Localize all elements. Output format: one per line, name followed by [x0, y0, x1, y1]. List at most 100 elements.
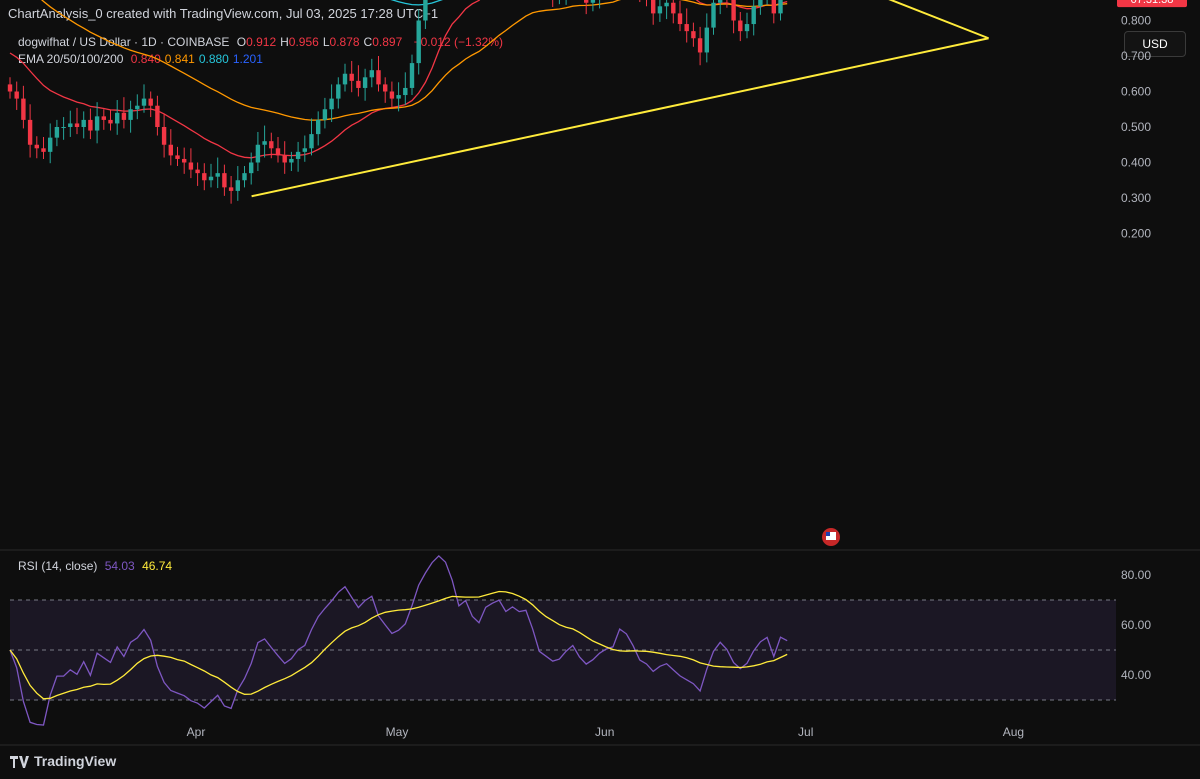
candle-body — [383, 84, 388, 92]
candle-body — [208, 176, 214, 181]
price-tag-countdown: 07:31:38 — [1131, 0, 1174, 6]
candle-body — [329, 98, 334, 110]
candle-body — [711, 2, 716, 28]
candle-body — [275, 148, 281, 156]
price-axis-label: 0.600 — [1121, 85, 1151, 99]
candle-body — [7, 84, 13, 92]
candle-body — [362, 77, 368, 88]
candle-body — [403, 87, 408, 96]
candle-body — [269, 141, 274, 149]
candle-body — [249, 162, 254, 174]
candle-body — [34, 144, 39, 149]
candle-body — [697, 38, 703, 53]
date-axis-label-jun: Jun — [595, 725, 614, 739]
candle-body — [289, 158, 294, 163]
candle-body — [195, 169, 200, 174]
triangle-lower-line — [251, 37, 989, 198]
candle-body — [88, 119, 93, 131]
candle-body — [128, 109, 133, 120]
price-axis-label: 0.700 — [1121, 49, 1151, 63]
candle-body — [48, 137, 53, 152]
candle-body — [168, 144, 173, 156]
candle-body — [68, 123, 73, 127]
candle-body — [282, 155, 287, 163]
triangle-upper-line — [888, 0, 989, 40]
candle-body — [188, 162, 194, 170]
candle-body — [316, 119, 321, 135]
candle-body — [369, 70, 374, 78]
candle-body — [141, 98, 147, 106]
candle-body — [94, 116, 100, 131]
candle-body — [61, 127, 66, 128]
candle-body — [101, 116, 106, 120]
candle-body — [14, 91, 19, 99]
candle-body — [228, 187, 234, 191]
candle-body — [664, 2, 669, 7]
candle-body — [202, 173, 207, 181]
price-axis-label: 0.300 — [1121, 191, 1151, 205]
candle-body — [349, 73, 354, 81]
candle-body — [215, 173, 220, 177]
candle-body — [262, 141, 267, 145]
candle-body — [81, 119, 86, 127]
candle-body — [376, 70, 381, 85]
candle-body — [255, 144, 261, 163]
us-flag-icon-canton — [826, 532, 830, 536]
candle-body — [396, 95, 401, 99]
candle-body — [671, 2, 676, 14]
ema20-line — [9, 0, 788, 159]
candle-body — [416, 20, 421, 64]
rsi-axis-label: 80.00 — [1121, 568, 1151, 582]
candle-body — [691, 31, 696, 39]
candle-body — [175, 155, 180, 159]
candle-body — [27, 119, 33, 145]
price-chart[interactable]: 1.4001.3001.2001.1001.0000.9000.8000.700… — [0, 0, 1200, 779]
price-axis-label: 0.800 — [1121, 14, 1151, 28]
date-axis-label-apr: Apr — [187, 725, 206, 739]
candle-body — [744, 24, 750, 32]
candle-body — [738, 20, 743, 32]
candle-body — [121, 112, 127, 120]
rsi-axis-label: 40.00 — [1121, 668, 1151, 682]
candle-body — [322, 109, 328, 120]
candle-body — [21, 98, 26, 120]
candle-body — [135, 105, 140, 110]
candle-body — [389, 91, 395, 99]
candle-body — [651, 0, 656, 14]
candle-body — [302, 148, 307, 152]
candle-body — [657, 6, 663, 14]
candle-body — [336, 84, 341, 99]
candle-body — [356, 80, 361, 88]
candle-body — [771, 0, 776, 14]
candle-body — [74, 123, 80, 127]
candle-body — [242, 173, 247, 181]
candle-body — [751, 6, 756, 25]
date-axis-label-may: May — [386, 725, 409, 739]
candle-body — [309, 134, 314, 149]
candle-body — [590, 0, 596, 3]
candle-body — [718, 0, 723, 3]
candle-body — [161, 127, 167, 145]
candle-body — [155, 105, 160, 127]
price-tag: 0.89707:31:38 — [1117, 0, 1187, 8]
date-axis-label-aug: Aug — [1003, 725, 1024, 739]
candle-body — [54, 127, 60, 138]
candle-body — [222, 173, 227, 188]
date-axis-label-jul: Jul — [798, 725, 813, 739]
candle-body — [423, 0, 428, 21]
candle-body — [295, 151, 301, 159]
candle-body — [677, 13, 683, 25]
ema100-line — [390, 0, 444, 6]
candle-body — [778, 0, 783, 14]
candle-body — [342, 73, 348, 85]
price-axis-label: 0.200 — [1121, 227, 1151, 241]
candle-body — [108, 119, 113, 124]
candle-body — [758, 0, 763, 7]
candle-body — [115, 112, 120, 124]
candle-body — [409, 63, 415, 88]
candle-body — [182, 158, 187, 163]
rsi-axis-label: 60.00 — [1121, 618, 1151, 632]
candle-body — [41, 148, 46, 152]
price-axis-label: 0.500 — [1121, 120, 1151, 134]
candle-body — [148, 98, 153, 106]
